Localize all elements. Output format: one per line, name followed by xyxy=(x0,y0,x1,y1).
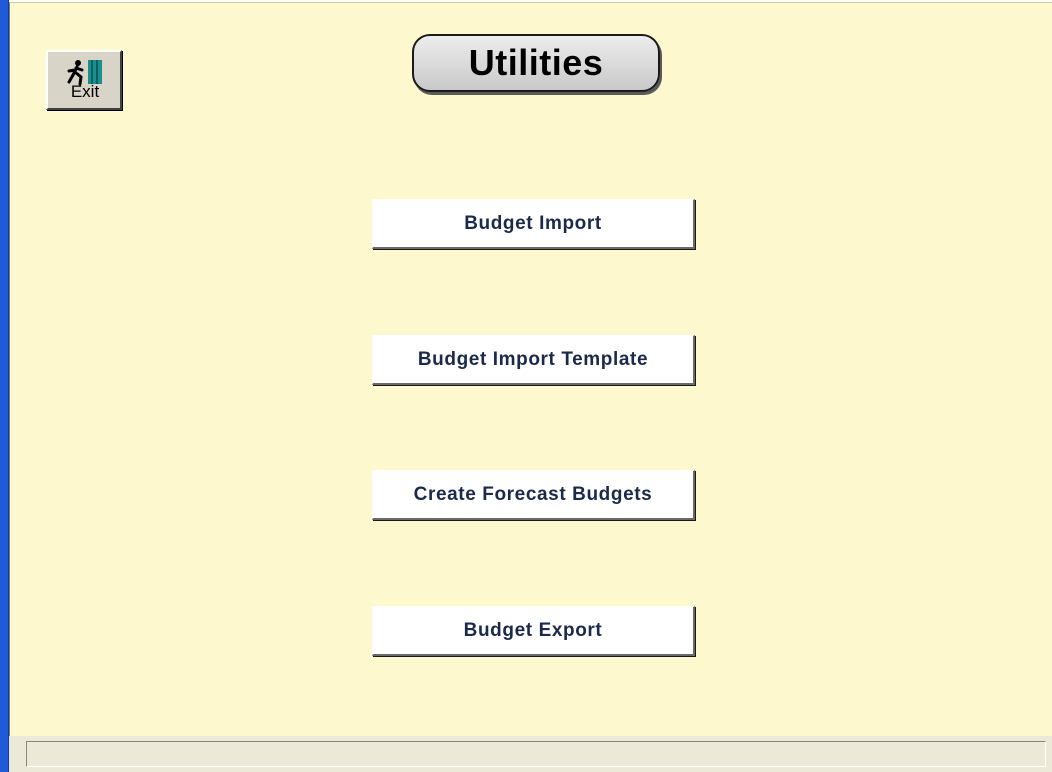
status-bar xyxy=(9,736,1052,772)
budget-export-label: Budget Export xyxy=(463,619,603,641)
page-title: Utilities xyxy=(468,42,604,83)
budget-import-button[interactable]: Budget Import xyxy=(372,199,695,249)
exit-button[interactable]: Exit xyxy=(46,50,122,110)
exit-label: Exit xyxy=(70,82,100,101)
budget-import-template-button[interactable]: Budget Import Template xyxy=(372,335,695,385)
status-panel xyxy=(26,741,1046,767)
utilities-window: Exit Utilities Budget Import Budget Impo… xyxy=(0,0,1052,772)
create-forecast-budgets-label: Create Forecast Budgets xyxy=(413,483,653,505)
budget-export-button[interactable]: Budget Export xyxy=(372,606,695,656)
page-title-banner: Utilities xyxy=(412,34,660,92)
budget-import-template-label: Budget Import Template xyxy=(417,348,649,370)
create-forecast-budgets-button[interactable]: Create Forecast Budgets xyxy=(372,470,695,520)
window-left-border xyxy=(0,0,9,772)
budget-import-label: Budget Import xyxy=(464,212,602,234)
